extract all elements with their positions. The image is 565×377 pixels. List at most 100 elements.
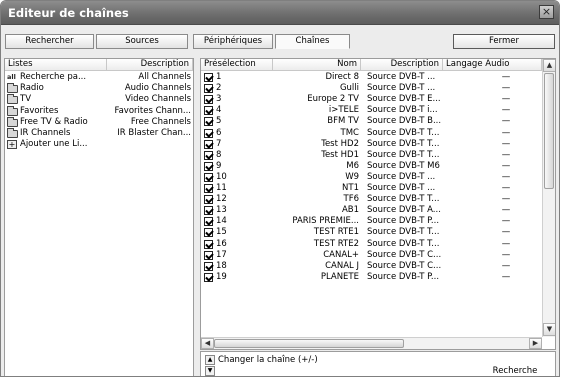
channel-description: Source DVB-T C... <box>367 260 442 271</box>
channel-row[interactable]: 7 Test HD2 Source DVB-T T... — <box>201 139 542 150</box>
channel-preset: 9 <box>216 160 222 171</box>
list-item-name: TV <box>20 94 32 105</box>
tab-rechercher[interactable]: Rechercher <box>5 34 94 49</box>
list-item[interactable]: Favorites Favorites Chann... <box>5 105 193 117</box>
channel-row[interactable]: 12 TF6 Source DVB-T T... — <box>201 194 542 205</box>
channel-description: Source DVB-T T... <box>367 138 440 149</box>
preset-checkbox[interactable] <box>204 206 213 216</box>
preset-checkbox[interactable] <box>204 261 213 271</box>
channel-description: Source DVB-T T... <box>367 194 440 205</box>
preset-checkbox[interactable] <box>204 106 213 116</box>
tab-peripheriques[interactable]: Périphériques <box>193 34 273 49</box>
channels-header-name[interactable]: Nom <box>273 59 361 71</box>
preset-checkbox[interactable] <box>204 150 213 160</box>
channel-preset: 18 <box>216 260 227 271</box>
preset-checkbox[interactable] <box>204 184 213 193</box>
vertical-scroll-thumb[interactable] <box>544 73 554 189</box>
tab-chaines[interactable]: Chaînes <box>275 34 350 49</box>
close-button[interactable]: Fermer <box>453 34 555 49</box>
channel-row[interactable]: 2 Gulli Source DVB-T ... — <box>201 83 542 94</box>
spin-up-icon[interactable]: ▲ <box>205 355 215 365</box>
channel-row[interactable]: 19 PLANETE Source DVB-T P... — <box>201 272 542 283</box>
channel-name: BFM TV <box>327 116 359 127</box>
channel-row[interactable]: 4 i>TELE Source DVB-T i... — <box>201 105 542 116</box>
channel-row[interactable]: 8 Test HD1 Source DVB-T T... — <box>201 150 542 161</box>
scroll-up-icon[interactable]: ▲ <box>543 59 555 72</box>
lists-panel: Listes Description all Recherche pa... All… <box>4 58 194 376</box>
preset-checkbox[interactable] <box>204 128 213 138</box>
list-item[interactable]: all Recherche pa... All Channels <box>5 72 193 83</box>
preset-checkbox[interactable] <box>204 84 213 94</box>
title-bar[interactable]: Editeur de chaînes × <box>1 1 559 25</box>
channel-row[interactable]: 18 CANAL J Source DVB-T C... — <box>201 261 542 272</box>
preset-checkbox[interactable] <box>204 195 213 205</box>
list-item-description <box>109 139 191 150</box>
list-item[interactable]: + Ajouter une Li... <box>5 139 193 150</box>
channel-description: Source DVB-T T... <box>367 238 440 249</box>
preset-checkbox[interactable] <box>204 217 213 227</box>
channels-header-description[interactable]: Description <box>361 59 443 71</box>
list-item-description: All Channels <box>138 72 191 82</box>
scroll-right-icon[interactable]: ▶ <box>529 338 542 349</box>
channel-name: TEST RTE1 <box>313 227 359 238</box>
search-button[interactable]: Recherche <box>475 365 555 376</box>
channel-row[interactable]: 16 TEST RTE2 Source DVB-T T... — <box>201 239 542 250</box>
scroll-down-icon[interactable]: ▼ <box>543 323 555 336</box>
channel-row[interactable]: 17 CANAL+ Source DVB-T C... — <box>201 250 542 261</box>
channel-row[interactable]: 6 TMC Source DVB-T T... — <box>201 128 542 139</box>
lists-header-name[interactable]: Listes <box>5 59 107 71</box>
close-icon[interactable]: × <box>539 5 554 19</box>
channel-audio: — <box>501 138 511 149</box>
channels-header-audio[interactable]: Langage Audio <box>443 59 542 71</box>
preset-checkbox[interactable] <box>204 117 213 127</box>
channel-row[interactable]: 5 BFM TV Source DVB-T B... — <box>201 116 542 127</box>
list-item[interactable]: TV Video Channels <box>5 94 193 105</box>
preset-checkbox[interactable] <box>204 239 213 249</box>
channel-name: NT1 <box>342 183 359 193</box>
channel-preset: 19 <box>216 271 227 282</box>
preset-checkbox[interactable] <box>204 228 213 238</box>
preset-checkbox[interactable] <box>204 73 213 82</box>
horizontal-scroll-thumb[interactable] <box>214 339 404 348</box>
vertical-scrollbar[interactable]: ▲ ▼ <box>542 59 555 337</box>
list-item[interactable]: Radio Audio Channels <box>5 83 193 94</box>
lists-header-description[interactable]: Description <box>107 59 193 71</box>
channel-audio: — <box>501 127 511 138</box>
scroll-left-icon[interactable]: ◀ <box>201 338 214 349</box>
preset-checkbox[interactable] <box>204 95 213 105</box>
channel-description: Source DVB-T C... <box>367 249 442 260</box>
channel-name: Gulli <box>339 83 359 94</box>
channel-row[interactable]: 3 Europe 2 TV Source DVB-T E... — <box>201 94 542 105</box>
spin-down-icon[interactable]: ▼ <box>205 366 215 376</box>
channel-row[interactable]: 15 TEST RTE1 Source DVB-T T... — <box>201 227 542 238</box>
channel-row[interactable]: 9 M6 Source DVB-T M6 — <box>201 161 542 172</box>
channel-preset: 5 <box>216 116 222 127</box>
channel-description: Source DVB-T T... <box>367 127 440 138</box>
tab-sources[interactable]: Sources <box>96 34 188 49</box>
preset-checkbox[interactable] <box>204 172 213 182</box>
channel-name: TMC <box>340 127 359 138</box>
preset-checkbox[interactable] <box>204 161 213 171</box>
channel-row[interactable]: 10 W9 Source DVB-T ... — <box>201 172 542 183</box>
channel-name: PLANETE <box>320 271 359 282</box>
channel-row[interactable]: 1 Direct 8 Source DVB-T ... — <box>201 72 542 83</box>
preset-checkbox[interactable] <box>204 272 213 282</box>
preset-checkbox[interactable] <box>204 139 213 149</box>
channel-name: PARIS PREMIE... <box>292 216 359 227</box>
channel-audio: — <box>501 116 511 127</box>
channel-row[interactable]: 11 NT1 Source DVB-T ... — <box>201 183 542 194</box>
list-item[interactable]: IR Channels IR Blaster Chan... <box>5 128 193 139</box>
horizontal-scrollbar[interactable]: ◀ ▶ <box>201 337 542 349</box>
channel-row[interactable]: 14 PARIS PREMIE... Source DVB-T P... — <box>201 216 542 227</box>
list-item-name: IR Channels <box>20 128 71 138</box>
list-item-description: Free Channels <box>130 116 191 127</box>
change-channel-label: Changer la chaîne (+/-) <box>218 355 318 365</box>
preset-checkbox[interactable] <box>204 250 213 260</box>
channel-preset: 3 <box>216 94 222 105</box>
list-item[interactable]: Free TV & Radio Free Channels <box>5 116 193 128</box>
channel-row[interactable]: 13 AB1 Source DVB-T A... — <box>201 205 542 216</box>
channel-name: Test HD2 <box>321 138 359 149</box>
channel-audio: — <box>501 227 511 238</box>
channel-audio: — <box>501 238 511 249</box>
channels-header-preset[interactable]: Présélection <box>201 59 273 71</box>
